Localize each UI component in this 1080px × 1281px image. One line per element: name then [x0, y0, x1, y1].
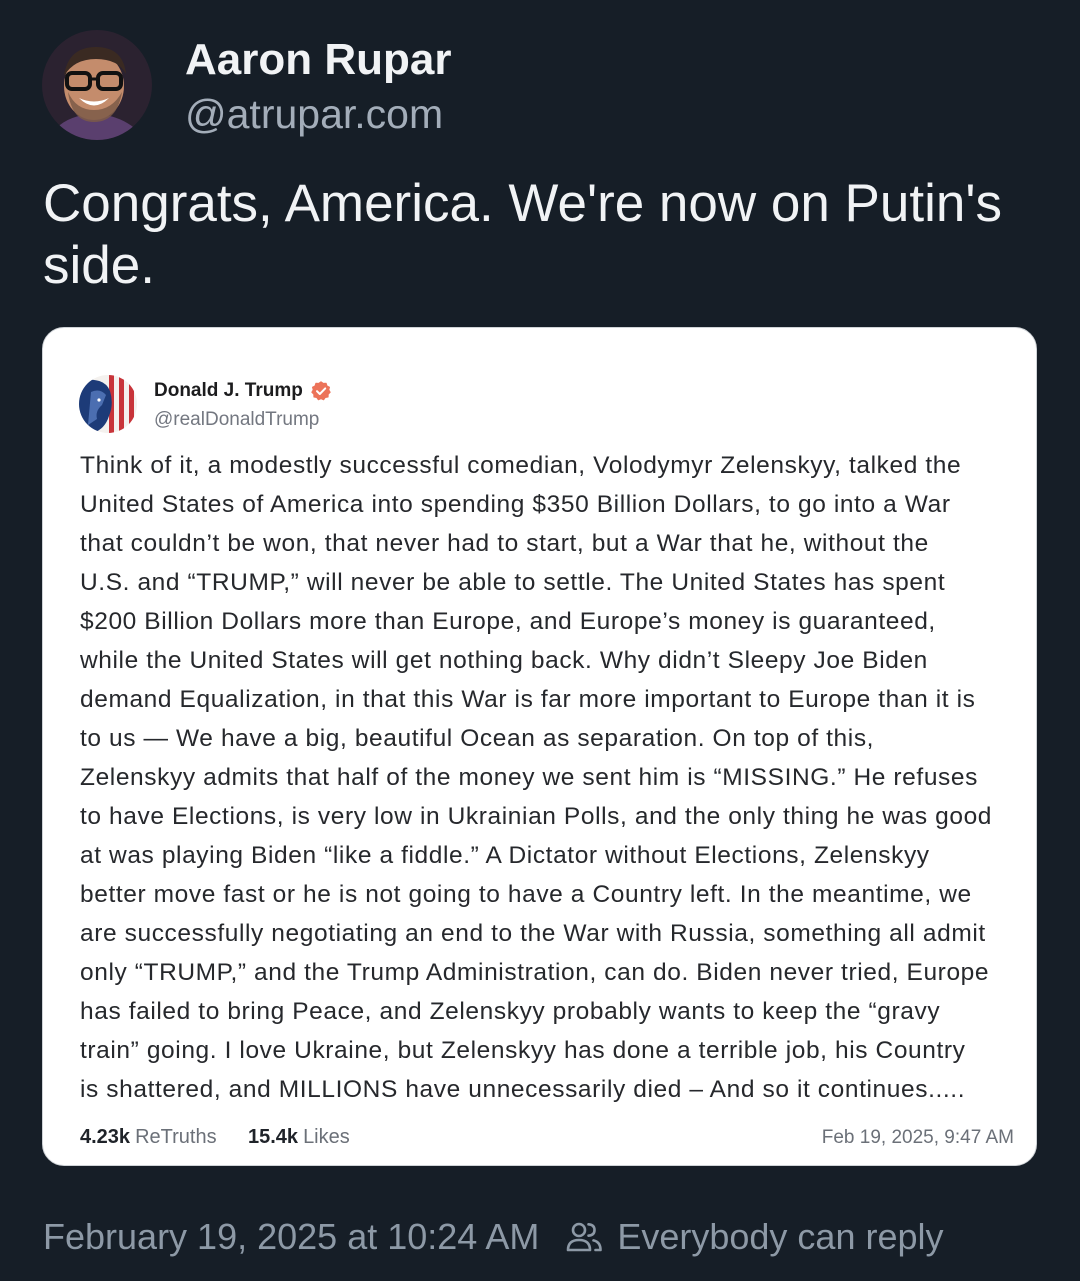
- body-text-line: train” going. I love Ukraine, but Zelens…: [80, 1037, 966, 1064]
- author-name[interactable]: Aaron Rupar: [185, 34, 451, 86]
- body-text-line: only “TRUMP,” and the Trump Administrati…: [80, 959, 990, 986]
- retruths-label: ReTruths: [135, 1126, 217, 1148]
- body-text-line: better move fast or he is not going to h…: [80, 881, 972, 908]
- body-text-line: $200 Billion Dollars more than Europe, a…: [80, 608, 936, 635]
- body-text-line: Think of it, a modestly successful comed…: [80, 452, 962, 479]
- embedded-post-timestamp: Feb 19, 2025, 9:47 AM: [821, 1127, 1014, 1148]
- embedded-author-handle: @realDonaldTrump: [154, 409, 320, 430]
- body-text-line: U.S. and “TRUMP,” will never be able to …: [80, 569, 946, 596]
- body-text-line: United States of America into spending $…: [80, 491, 951, 518]
- verified-badge-icon: [311, 381, 331, 401]
- likes-count: 15.4k: [248, 1126, 299, 1148]
- body-text-line: at was playing Biden “like a fiddle.” A …: [80, 842, 930, 869]
- body-text-line: Zelenskyy admits that half of the money …: [80, 764, 978, 791]
- body-text-line: that couldn’t be won, that never had to …: [80, 530, 929, 557]
- embedded-author-row: Donald J. Trump: [154, 379, 331, 403]
- post-timestamp: February 19, 2025 at 10:24 AM: [43, 1216, 540, 1257]
- author-handle[interactable]: @atrupar.com: [185, 90, 443, 138]
- post-text: Congrats, America. We're now on Putin's …: [43, 174, 1002, 295]
- embedded-author-name: Donald J. Trump: [154, 380, 303, 401]
- body-text-line: has failed to bring Peace, and Zelenskyy…: [80, 998, 941, 1025]
- reply-setting: Everybody can reply: [617, 1216, 944, 1257]
- author-avatar[interactable]: [42, 30, 152, 140]
- embedded-image[interactable]: Donald J. Trump @realDonaldTrump Think o…: [42, 327, 1037, 1166]
- embedded-post-body: Think of it, a modestly successful comed…: [80, 446, 1030, 1109]
- avatar-icon: [42, 30, 152, 140]
- avatar-icon: [79, 375, 137, 433]
- body-text-line: are successfully negotiating an end to t…: [80, 920, 986, 947]
- retruths-stat: 4.23k ReTruths: [80, 1125, 217, 1149]
- likes-label: Likes: [303, 1126, 350, 1148]
- retruths-count: 4.23k: [80, 1126, 131, 1148]
- people-icon: [567, 1222, 603, 1252]
- likes-stat: 15.4k Likes: [248, 1125, 350, 1149]
- body-text-line: is shattered, and MILLIONS have unnecess…: [80, 1076, 966, 1103]
- body-text-line: to have Elections, is very low in Ukrain…: [80, 803, 993, 830]
- body-text-line: to us — We have a big, beautiful Ocean a…: [80, 725, 875, 752]
- post-meta: February 19, 2025 at 10:24 AM Everybody …: [43, 1215, 944, 1259]
- body-text-line: demand Equalization, in that this War is…: [80, 686, 976, 713]
- body-text-line: while the United States will get nothing…: [80, 647, 928, 674]
- embedded-author-avatar: [79, 375, 137, 433]
